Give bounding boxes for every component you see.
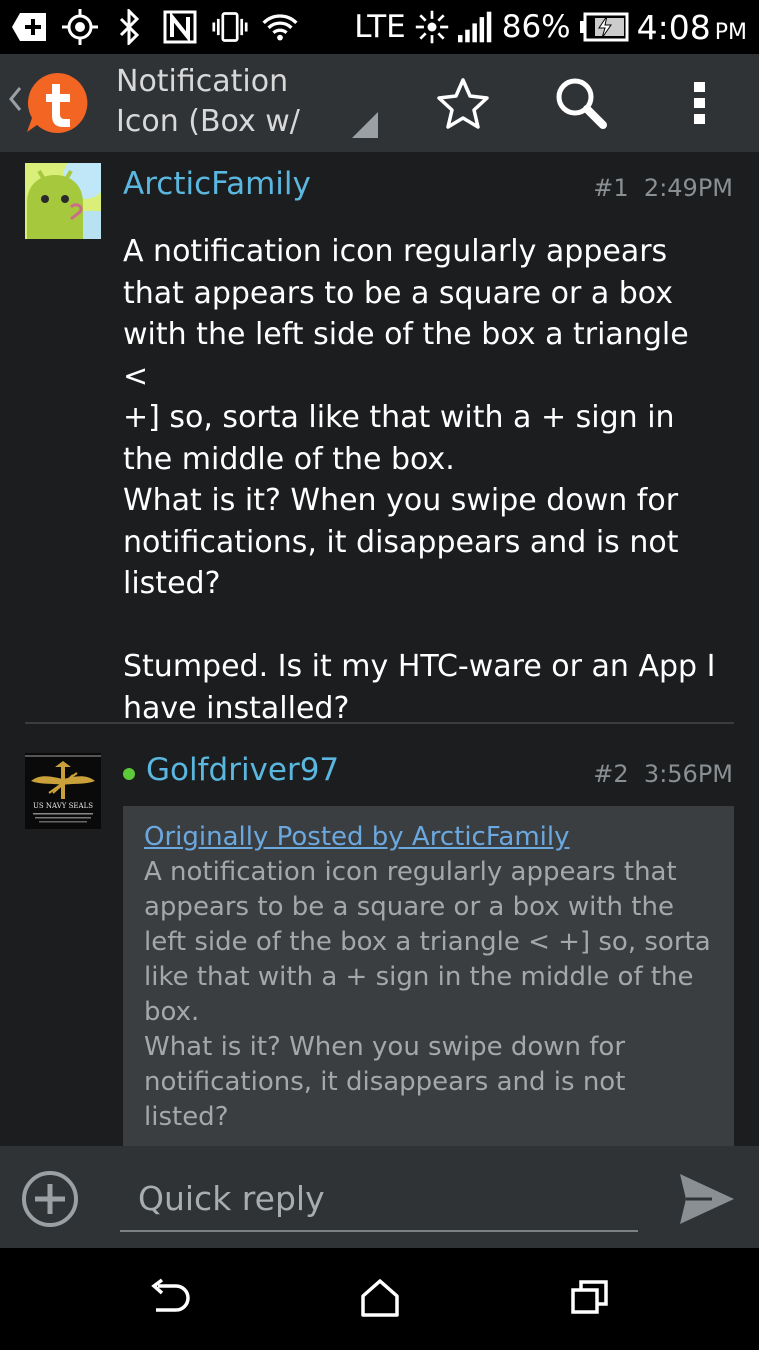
thread-title-spinner[interactable]: Notification Icon (Box w/ [116,62,378,144]
tapatalk-logo[interactable] [24,70,90,136]
quote-text: A notification icon regularly appears th… [144,857,711,1132]
thread-title: Notification Icon (Box w/ [116,64,300,139]
quote-source-link[interactable]: Originally Posted by ArcticFamily [144,820,713,855]
wifi-icon [262,9,298,45]
quote-block: Originally Posted by ArcticFamily A noti… [123,806,734,1146]
search-icon [556,78,607,129]
quick-reply-bar [0,1146,759,1248]
status-bar: LTE 86% 4:08 PM [0,0,759,54]
post-time: 3:56PM [643,760,733,788]
overflow-menu-button[interactable] [667,70,733,136]
post-body: A notification icon regularly appears th… [123,234,716,726]
up-chevron-icon[interactable] [8,84,22,122]
online-indicator [123,768,135,780]
post-meta: #2 3:56PM [593,760,733,788]
post-author[interactable]: Golfdriver97 [146,752,339,788]
navigation-bar [0,1248,759,1350]
recent-apps-button[interactable] [570,1278,614,1322]
status-bar-left [12,9,298,45]
avatar[interactable] [25,155,107,239]
svg-text:US NAVY SEALS: US NAVY SEALS [33,802,93,810]
clock-time: 4:08 [636,7,711,47]
search-button[interactable] [548,70,614,136]
post-number: #2 [593,760,629,788]
add-circle-icon [22,1171,78,1227]
overflow-menu-icon [694,82,705,124]
lte-label: LTE [354,9,406,45]
quick-reply-input[interactable] [120,1166,638,1232]
post-meta: #1 2:49PM [593,174,733,202]
add-attachment-button[interactable] [21,1170,79,1228]
send-icon [680,1174,734,1224]
dropdown-corner-icon [352,112,378,138]
star-button[interactable] [430,70,496,136]
recent-apps-icon [571,1280,608,1314]
avatar[interactable]: US NAVY SEALS [25,753,101,829]
post-author[interactable]: ArcticFamily [123,166,311,202]
add-box-icon [12,9,48,45]
gps-icon [62,9,98,45]
data-activity-icon [414,9,450,45]
home-button[interactable] [359,1278,403,1322]
thread-content[interactable]: ArcticFamily #1 2:49PM A notification ic… [0,152,759,1146]
battery-percent: 86% [501,9,571,45]
clock-ampm: PM [714,19,747,45]
nfc-icon [162,9,198,45]
send-button[interactable] [678,1172,736,1226]
action-bar: Notification Icon (Box w/ [0,54,759,152]
vibrate-icon [212,9,248,45]
star-icon [437,78,489,129]
home-icon [361,1279,399,1317]
post-time: 2:49PM [643,174,733,202]
bluetooth-icon [112,9,148,45]
battery-charging-icon [579,9,629,45]
status-bar-right: LTE 86% 4:08 PM [354,8,747,47]
clock: 4:08 PM [637,8,747,47]
post-number: #1 [593,174,629,202]
signal-icon [457,9,494,45]
post-divider [25,722,734,724]
back-button[interactable] [148,1278,192,1322]
back-icon [151,1278,190,1312]
